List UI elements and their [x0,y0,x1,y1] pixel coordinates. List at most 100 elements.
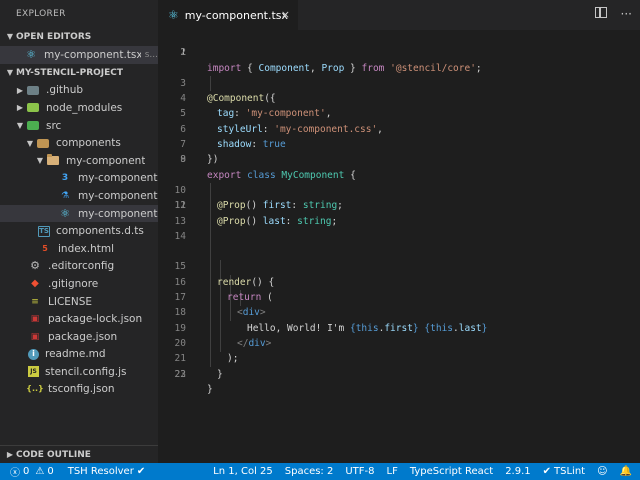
code-line: 10 @Prop() first: string; [158,168,640,211]
tsh-resolver-label: TSH Resolver [67,466,134,477]
chevron-down-icon: ▼ [36,156,44,166]
js-file-icon: JS [28,366,39,378]
tree-item-label: my-component.... [78,189,158,202]
tree-item-license[interactable]: ≡ LICENSE [0,293,158,311]
components-folder-icon [36,137,50,149]
typescript-version[interactable]: 2.9.1 [505,466,530,477]
react-file-icon: ⚛ [26,47,36,61]
tree-item-label: components [56,137,121,150]
tree-item-src[interactable]: ▼ src [0,117,158,135]
editor-actions: ··· [594,7,632,21]
tree-item-label: tsconfig.json [48,383,115,396]
tree-item-label: package-lock.json [48,313,143,326]
feedback-smiley-icon[interactable]: ☺ [597,466,607,477]
open-editor-item[interactable]: ⚛ my-component.tsx s... [0,46,158,64]
check-icon: ✔ [136,466,146,477]
tree-item-my-component-spec[interactable]: ⚗ my-component.... [0,187,158,205]
more-actions-icon[interactable]: ··· [621,7,632,21]
notifications-bell-icon[interactable]: 🔔 [620,466,632,477]
tree-item-my-component-tsx[interactable]: ⚛ my-component.... [0,204,158,223]
indentation[interactable]: Spaces: 2 [285,466,334,477]
tree-item-label: .github [46,84,84,97]
tree-item-index-html[interactable]: 5 index.html [0,240,158,258]
info-icon: i [28,348,39,360]
status-bar: ⓧ 0 ⚠ 0 TSH Resolver ✔ Ln 1, Col 25 Spaces… [0,463,640,480]
tree-item-my-component-folder[interactable]: ▼ my-component [0,152,158,170]
tree-item-label: LICENSE [48,295,93,308]
tree-item-package-json[interactable]: ▣ package.json [0,328,158,346]
code-line: 12 [158,198,640,213]
code-line: 4 tag: 'my-component', [158,76,640,119]
test-file-icon: ⚗ [60,190,70,201]
npm-icon: ▣ [30,314,40,325]
open-editors-header[interactable]: ▼ OPEN EDITORS [0,28,158,46]
encoding[interactable]: UTF-8 [345,466,374,477]
code-line: 16 return ( [158,260,640,303]
code-editor[interactable]: 1 import { Component, Prop } from '@sten… [158,30,640,463]
cursor-position[interactable]: Ln 1, Col 25 [213,466,273,477]
tslint-status[interactable]: ✔ TSLint [543,466,585,477]
tab-my-component-tsx[interactable]: ⚛ my-component.tsx × [158,0,298,30]
tree-item-label: src [46,119,62,132]
error-count: 0 [23,466,30,477]
react-file-icon: ⚛ [168,8,179,22]
tree-item-tsconfig[interactable]: {..} tsconfig.json [0,381,158,399]
line-number: 14 [174,230,186,242]
code-outline-header[interactable]: ▶ CODE OUTLINE [0,445,158,463]
chevron-down-icon: ▼ [16,121,24,131]
tree-item-label: .editorconfig [48,260,115,273]
tree-item-my-component-css[interactable]: 3 my-component.... [0,170,158,188]
code-line: 18 Hello, World! I'm {this.first} {this.… [158,290,640,333]
code-line: 21 } [158,336,640,379]
language-mode[interactable]: TypeScript React [410,466,493,477]
folder-open-icon [46,154,60,167]
tree-item-github[interactable]: ▶ .github [0,82,158,100]
json-file-icon: {..} [26,384,44,394]
tree-item-label: readme.md [45,348,106,361]
tree-item-package-lock[interactable]: ▣ package-lock.json [0,310,158,328]
split-editor-icon[interactable] [594,7,607,18]
code-line: 15 render() { [158,244,640,287]
code-line: 8 export class MyComponent { [158,137,640,180]
code-line: 5 styleUrl: 'my-component.css', [158,91,640,134]
chevron-down-icon: ▼ [6,32,14,41]
tree-item-label: my-component [66,154,146,167]
code-line: 6 shadow: true [158,107,640,150]
chevron-right-icon: ▶ [16,85,24,95]
end-of-line[interactable]: LF [387,466,398,477]
code-line: 9 [158,152,640,167]
explorer-sidebar: EXPLORER ▼ OPEN EDITORS ⚛ my-component.t… [0,0,158,463]
close-icon[interactable]: × [281,8,290,21]
code-line: 22 } [158,351,640,395]
warning-icon: ⚠ [35,466,45,477]
tree-item-node-modules[interactable]: ▶ node_modules [0,99,158,117]
line-number: 13 [174,215,186,227]
ts-file-icon: TS [38,225,50,237]
tsh-resolver-status[interactable]: TSH Resolver ✔ [68,466,145,477]
code-line: 11 @Prop() last: string; [158,183,640,226]
tree-item-gitignore[interactable]: ◆ .gitignore [0,275,158,293]
tree-item-components[interactable]: ▼ components [0,134,158,152]
chevron-down-icon: ▼ [6,67,14,77]
tree-item-stencil-config[interactable]: JS stencil.config.js [0,363,158,381]
chevron-right-icon: ▶ [6,449,14,459]
check-icon: ✔ [542,466,552,477]
code-line: 14 [158,229,640,244]
chevron-down-icon: ▼ [26,138,34,148]
tree-item-readme[interactable]: i readme.md [0,346,158,364]
css-file-icon: 3 [61,173,69,184]
tree-item-components-d-ts[interactable]: TS components.d.ts [0,222,158,240]
tslint-label: TSLint [554,466,586,477]
code-line: 3 @Component({ [158,61,640,104]
open-editor-description: s... [144,49,158,60]
tab-label: my-component.tsx [184,8,289,22]
code-line: 7 }) [158,122,640,165]
tree-item-label: index.html [58,242,114,255]
tree-item-editorconfig[interactable]: ⚙ .editorconfig [0,258,158,276]
code-line: 1 import { Component, Prop } from '@sten… [158,30,640,73]
code-line: 23 [158,367,640,382]
problems-indicator[interactable]: ⓧ 0 ⚠ 0 [10,464,54,479]
project-header[interactable]: ▼ MY-STENCIL-PROJECT [0,64,158,82]
open-editors-label: OPEN EDITORS [16,32,92,42]
code-text: } [207,383,213,395]
